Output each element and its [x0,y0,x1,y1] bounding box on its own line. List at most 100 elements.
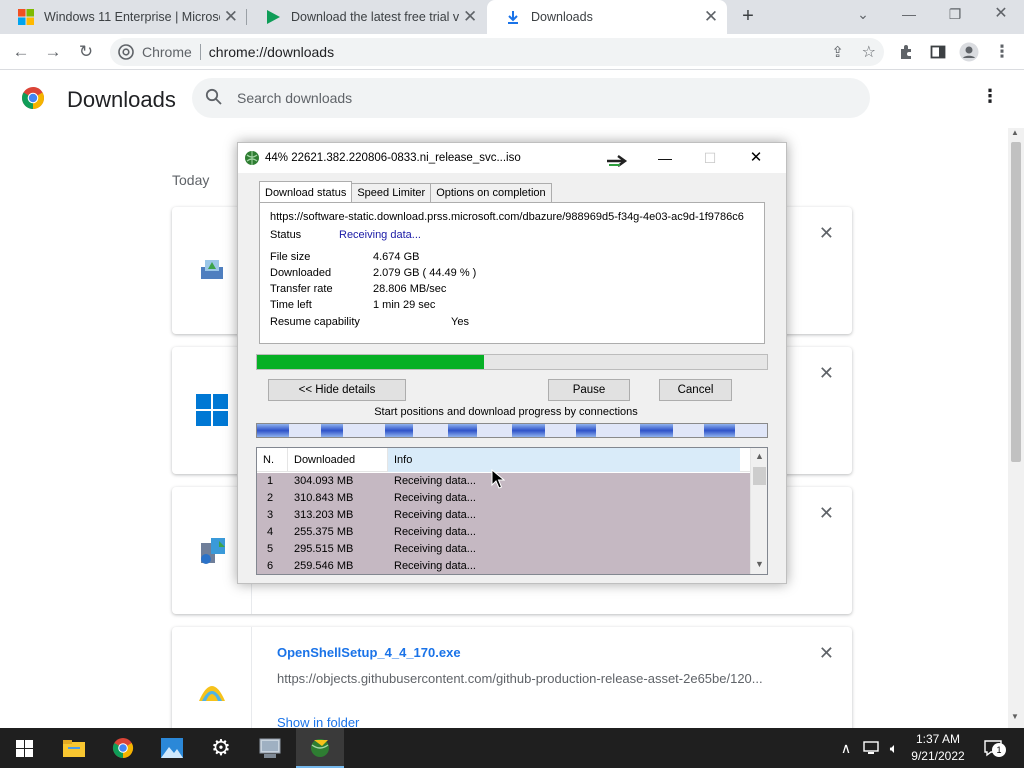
play-triangle-icon [265,9,281,25]
restore-icon[interactable]: ❐ [932,0,978,30]
chrome-menu-icon[interactable]: ⋮ [990,40,1014,64]
connection-number: 5 [267,543,274,555]
file-explorer-icon[interactable] [50,728,98,768]
tab-windows-11[interactable]: Windows 11 Enterprise | Microsoft ✕ [0,0,246,34]
new-tab-button[interactable]: + [736,4,760,28]
share-icon[interactable]: ⇪ [831,43,844,61]
connection-number: 4 [267,526,274,538]
system-clock[interactable]: 1:37 AM 9/21/2022 [900,731,976,765]
scroll-down-arrow-icon[interactable]: ▼ [751,556,767,573]
minimize-icon[interactable]: — [648,147,682,169]
column-header-downloaded[interactable]: Downloaded [288,448,388,472]
extensions-puzzle-icon[interactable] [894,40,918,64]
more-actions-icon[interactable]: ⋮ [980,86,1000,110]
remove-download-icon[interactable]: ✕ [819,363,834,384]
tab-title: Windows 11 Enterprise | Microsoft [44,10,220,24]
close-icon[interactable]: ✕ [220,7,242,27]
connection-number: 3 [267,509,274,521]
clock-date: 9/21/2022 [911,749,965,763]
tab-search-icon[interactable]: ⌄ [840,0,886,30]
tab-speed-limiter[interactable]: Speed Limiter [351,183,432,202]
table-row[interactable]: 3 313.203 MB Receiving data... [257,507,750,524]
connection-number: 6 [267,560,274,572]
scroll-down-arrow-icon[interactable]: ▼ [1011,712,1019,721]
tab-downloads[interactable]: Downloads ✕ [487,0,727,34]
time-left-value: 1 min 29 sec [373,299,436,311]
network-icon[interactable] [860,728,882,768]
settings-gear-icon[interactable]: ⚙ [197,728,245,768]
scroll-up-arrow-icon[interactable]: ▲ [1011,128,1019,137]
table-row[interactable]: 6 259.546 MB Receiving data... [257,558,750,574]
time-left-label: Time left [270,299,312,311]
windows-taskbar: ⚙ ∧ 🔈︎ 1:37 AM 9/21/2022 1 [0,728,1024,768]
microsoft-logo-icon [18,9,34,25]
minimize-icon[interactable]: — [886,0,932,30]
page-scrollbar[interactable]: ▲ ▼ [1008,128,1024,728]
pause-button[interactable]: Pause [548,379,630,401]
side-panel-icon[interactable] [926,40,950,64]
forward-icon[interactable]: → [41,40,65,64]
chrome-icon[interactable] [99,728,147,768]
download-arrow-icon [505,9,521,25]
tab-trial-download[interactable]: Download the latest free trial vers ✕ [247,0,485,34]
download-progress-bar [256,354,768,370]
hide-details-button[interactable]: << Hide details [268,379,406,401]
column-header-n[interactable]: N. [257,448,288,472]
bookmark-star-icon[interactable]: ☆ [862,42,876,62]
search-downloads-input[interactable]: Search downloads [192,78,870,118]
scrollbar-thumb[interactable] [753,467,766,485]
close-icon[interactable]: ✕ [699,7,723,27]
address-bar[interactable]: Chrome chrome://downloads ⇪ ☆ [110,38,884,66]
tab-options-on-completion[interactable]: Options on completion [430,183,552,202]
idm-globe-icon [244,150,260,169]
remove-download-icon[interactable]: ✕ [819,503,834,524]
close-dialog-icon[interactable]: ✕ [739,147,773,169]
notification-count-badge: 1 [992,743,1006,757]
resume-capability-label: Resume capability [270,316,360,328]
search-icon [205,88,223,109]
openshell-shell-icon [197,679,227,708]
table-row[interactable]: 4 255.375 MB Receiving data... [257,524,750,541]
connection-segment [512,424,545,437]
maximize-icon: ☐ [703,150,717,166]
resume-capability-value: Yes [451,316,469,328]
device-manager-icon[interactable] [246,728,294,768]
dialog-title: 44% 22621.382.220806-0833.ni_release_svc… [265,152,521,164]
connection-info: Receiving data... [394,543,476,555]
tab-download-status[interactable]: Download status [259,181,353,202]
close-window-icon[interactable]: ✕ [978,0,1024,30]
windows-start-icon[interactable] [0,728,48,768]
remove-download-icon[interactable]: ✕ [819,643,834,664]
progress-fill [257,355,484,369]
connection-downloaded: 295.515 MB [294,543,354,555]
show-hidden-icons[interactable]: ∧ [836,728,856,768]
photos-icon[interactable] [148,728,196,768]
connections-caption: Start positions and download progress by… [374,406,638,418]
table-row[interactable]: 5 295.515 MB Receiving data... [257,541,750,558]
transfer-rate-label: Transfer rate [270,283,333,295]
connection-segment [576,424,596,437]
back-icon[interactable]: ← [9,40,33,64]
download-url: https://software-static.download.prss.mi… [270,211,744,223]
connection-info: Receiving data... [394,509,476,521]
date-heading: Today [172,172,210,188]
connections-list[interactable]: N. Downloaded Info 1 304.093 MB Receiving … [256,447,768,575]
close-icon[interactable]: ✕ [459,7,481,27]
list-scrollbar[interactable]: ▲ ▼ [750,448,767,574]
download-source-url[interactable]: https://objects.githubusercontent.com/gi… [277,671,777,686]
cancel-button[interactable]: Cancel [659,379,732,401]
remove-download-icon[interactable]: ✕ [819,223,834,244]
notification-center-icon[interactable]: 1 [980,728,1006,768]
reload-icon[interactable]: ↻ [74,40,98,64]
connection-info: Receiving data... [394,560,476,572]
scroll-up-arrow-icon[interactable]: ▲ [751,448,767,465]
idm-icon[interactable] [296,728,344,768]
scrollbar-thumb[interactable] [1011,142,1021,462]
download-filename-link[interactable]: OpenShellSetup_4_4_170.exe [277,645,461,660]
tab-title: Downloads [531,10,593,24]
connections-progress-bar [256,423,768,438]
profile-avatar-icon[interactable] [957,40,981,64]
connection-number: 2 [267,492,274,504]
column-header-info[interactable]: Info [388,448,740,472]
idm-arrow-icon [606,154,630,171]
